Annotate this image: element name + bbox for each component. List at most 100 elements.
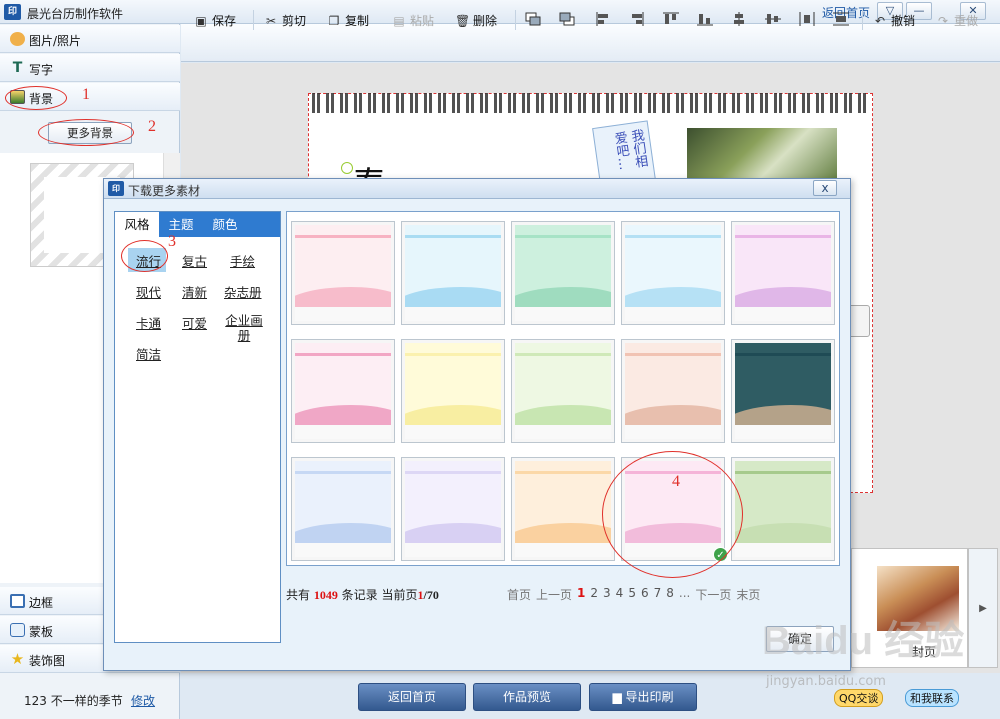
pager-page[interactable]: 5 [628,586,636,603]
sidebar-item-label: 图片/照片 [29,34,82,48]
material-preview [515,343,611,439]
save-button[interactable]: ▣ 保存 [194,12,236,29]
cut-button[interactable]: ✂ 剪切 [264,12,306,29]
option-magazine[interactable]: 杂志册 [224,282,262,301]
option-fresh[interactable]: 清新 [182,282,207,301]
annotation-ellipse [5,86,67,110]
bring-forward-icon[interactable] [524,11,542,27]
sidebar-item-text[interactable]: T 写字 [0,54,180,82]
material-preview [405,225,501,321]
material-tile[interactable] [401,339,505,443]
material-tile[interactable] [511,221,615,325]
dialog-logo-icon: 印 [108,181,124,196]
option-corporate-album[interactable]: 企业画册 [224,313,264,343]
pager-next[interactable]: 下一页 [695,586,731,603]
contact-me-badge[interactable]: 和我联系 [905,689,959,707]
annotation-ellipse [121,240,168,272]
annotation-number: 4 [672,473,680,490]
material-tile[interactable] [731,221,835,325]
sidebar-item-label: 蒙板 [29,625,54,639]
canvas-resize-handle[interactable] [848,305,870,337]
pager-page[interactable]: 7 [654,586,662,603]
back-home-button[interactable]: 返回首页 [358,683,466,711]
align-right-icon[interactable] [628,11,646,27]
qq-chat-badge[interactable]: QQ交谈 [834,689,884,707]
material-top-band [625,235,721,238]
pager-prev[interactable]: 上一页 [536,586,572,603]
material-tile[interactable] [401,457,505,561]
option-cute[interactable]: 可爱 [182,313,207,332]
pager-page[interactable]: 2 [590,586,598,603]
send-backward-icon[interactable] [558,11,576,27]
option-modern[interactable]: 现代 [136,282,161,301]
material-top-band [295,235,391,238]
copy-button[interactable]: ❐ 复制 [327,12,369,29]
material-preview [735,461,831,557]
redo-button[interactable]: ↷ 重做 [936,12,978,29]
material-bottom-strip [405,543,501,557]
material-tile[interactable] [291,221,395,325]
material-tile[interactable] [621,339,725,443]
calendar-photo[interactable] [687,128,837,184]
save-icon: ▣ [195,13,207,28]
tab-theme[interactable]: 主题 [159,212,203,237]
tab-style[interactable]: 风格 [115,212,159,237]
material-tile[interactable] [401,221,505,325]
align-center-vertical-icon[interactable] [730,11,748,27]
material-preview [735,343,831,439]
pager-first[interactable]: 首页 [507,586,531,603]
scissors-icon: ✂ [265,13,277,28]
pager-page[interactable]: 6 [641,586,649,603]
page-strip-next-button[interactable]: ▶ [968,548,998,668]
text-icon: T [12,60,23,76]
tab-color[interactable]: 颜色 [203,212,247,237]
toolbar-separator [862,10,863,30]
material-preview [295,343,391,439]
material-top-band [735,353,831,356]
sidebar-item-label: 写字 [29,63,54,77]
material-tile[interactable] [731,339,835,443]
align-left-icon[interactable] [594,11,612,27]
app-title: 晨光台历制作软件 [27,7,124,21]
dialog-close-button[interactable]: x [813,180,837,196]
distribute-horizontal-icon[interactable] [798,11,816,27]
sidebar-item-photos[interactable]: 图片/照片 [0,25,180,53]
material-tile[interactable] [291,457,395,561]
material-tile[interactable] [291,339,395,443]
pager-page[interactable]: 4 [616,586,624,603]
pager-page[interactable]: 3 [603,586,611,603]
watermark-url: jingyan.baidu.com [766,674,886,689]
material-bottom-strip [295,543,391,557]
option-simple[interactable]: 简洁 [136,344,161,363]
option-cartoon[interactable]: 卡通 [136,313,161,332]
preview-button[interactable]: 作品预览 [473,683,581,711]
material-tile[interactable] [731,457,835,561]
material-tile[interactable] [621,221,725,325]
pager-last[interactable]: 末页 [736,586,760,603]
material-preview [625,225,721,321]
material-tile[interactable] [511,339,615,443]
star-icon: ★ [10,650,25,668]
material-top-band [405,235,501,238]
option-retro[interactable]: 复古 [182,251,207,270]
align-bottom-icon[interactable] [696,11,714,27]
trash-icon: 🗑 [455,13,471,28]
undo-button[interactable]: ↶ 撤销 [873,12,915,29]
delete-button[interactable]: 🗑 删除 [455,12,497,29]
material-bottom-strip [295,425,391,439]
distribute-vertical-icon[interactable] [832,11,850,27]
pager-page[interactable]: 1 [577,586,585,603]
material-tile[interactable] [511,457,615,561]
material-top-band [295,471,391,474]
option-handdrawn[interactable]: 手绘 [230,251,255,270]
material-bottom-strip [735,425,831,439]
material-bottom-strip [735,307,831,321]
export-print-button[interactable]: ▆ 导出印刷 [589,683,697,711]
align-top-icon[interactable] [662,11,680,27]
pager-page[interactable]: 8 [666,586,674,603]
copy-icon: ❐ [328,13,340,28]
material-top-band [515,471,611,474]
paste-button[interactable]: ▤ 粘贴 [392,12,434,29]
align-middle-icon[interactable] [764,11,782,27]
edit-name-link[interactable]: 修改 [131,692,155,709]
